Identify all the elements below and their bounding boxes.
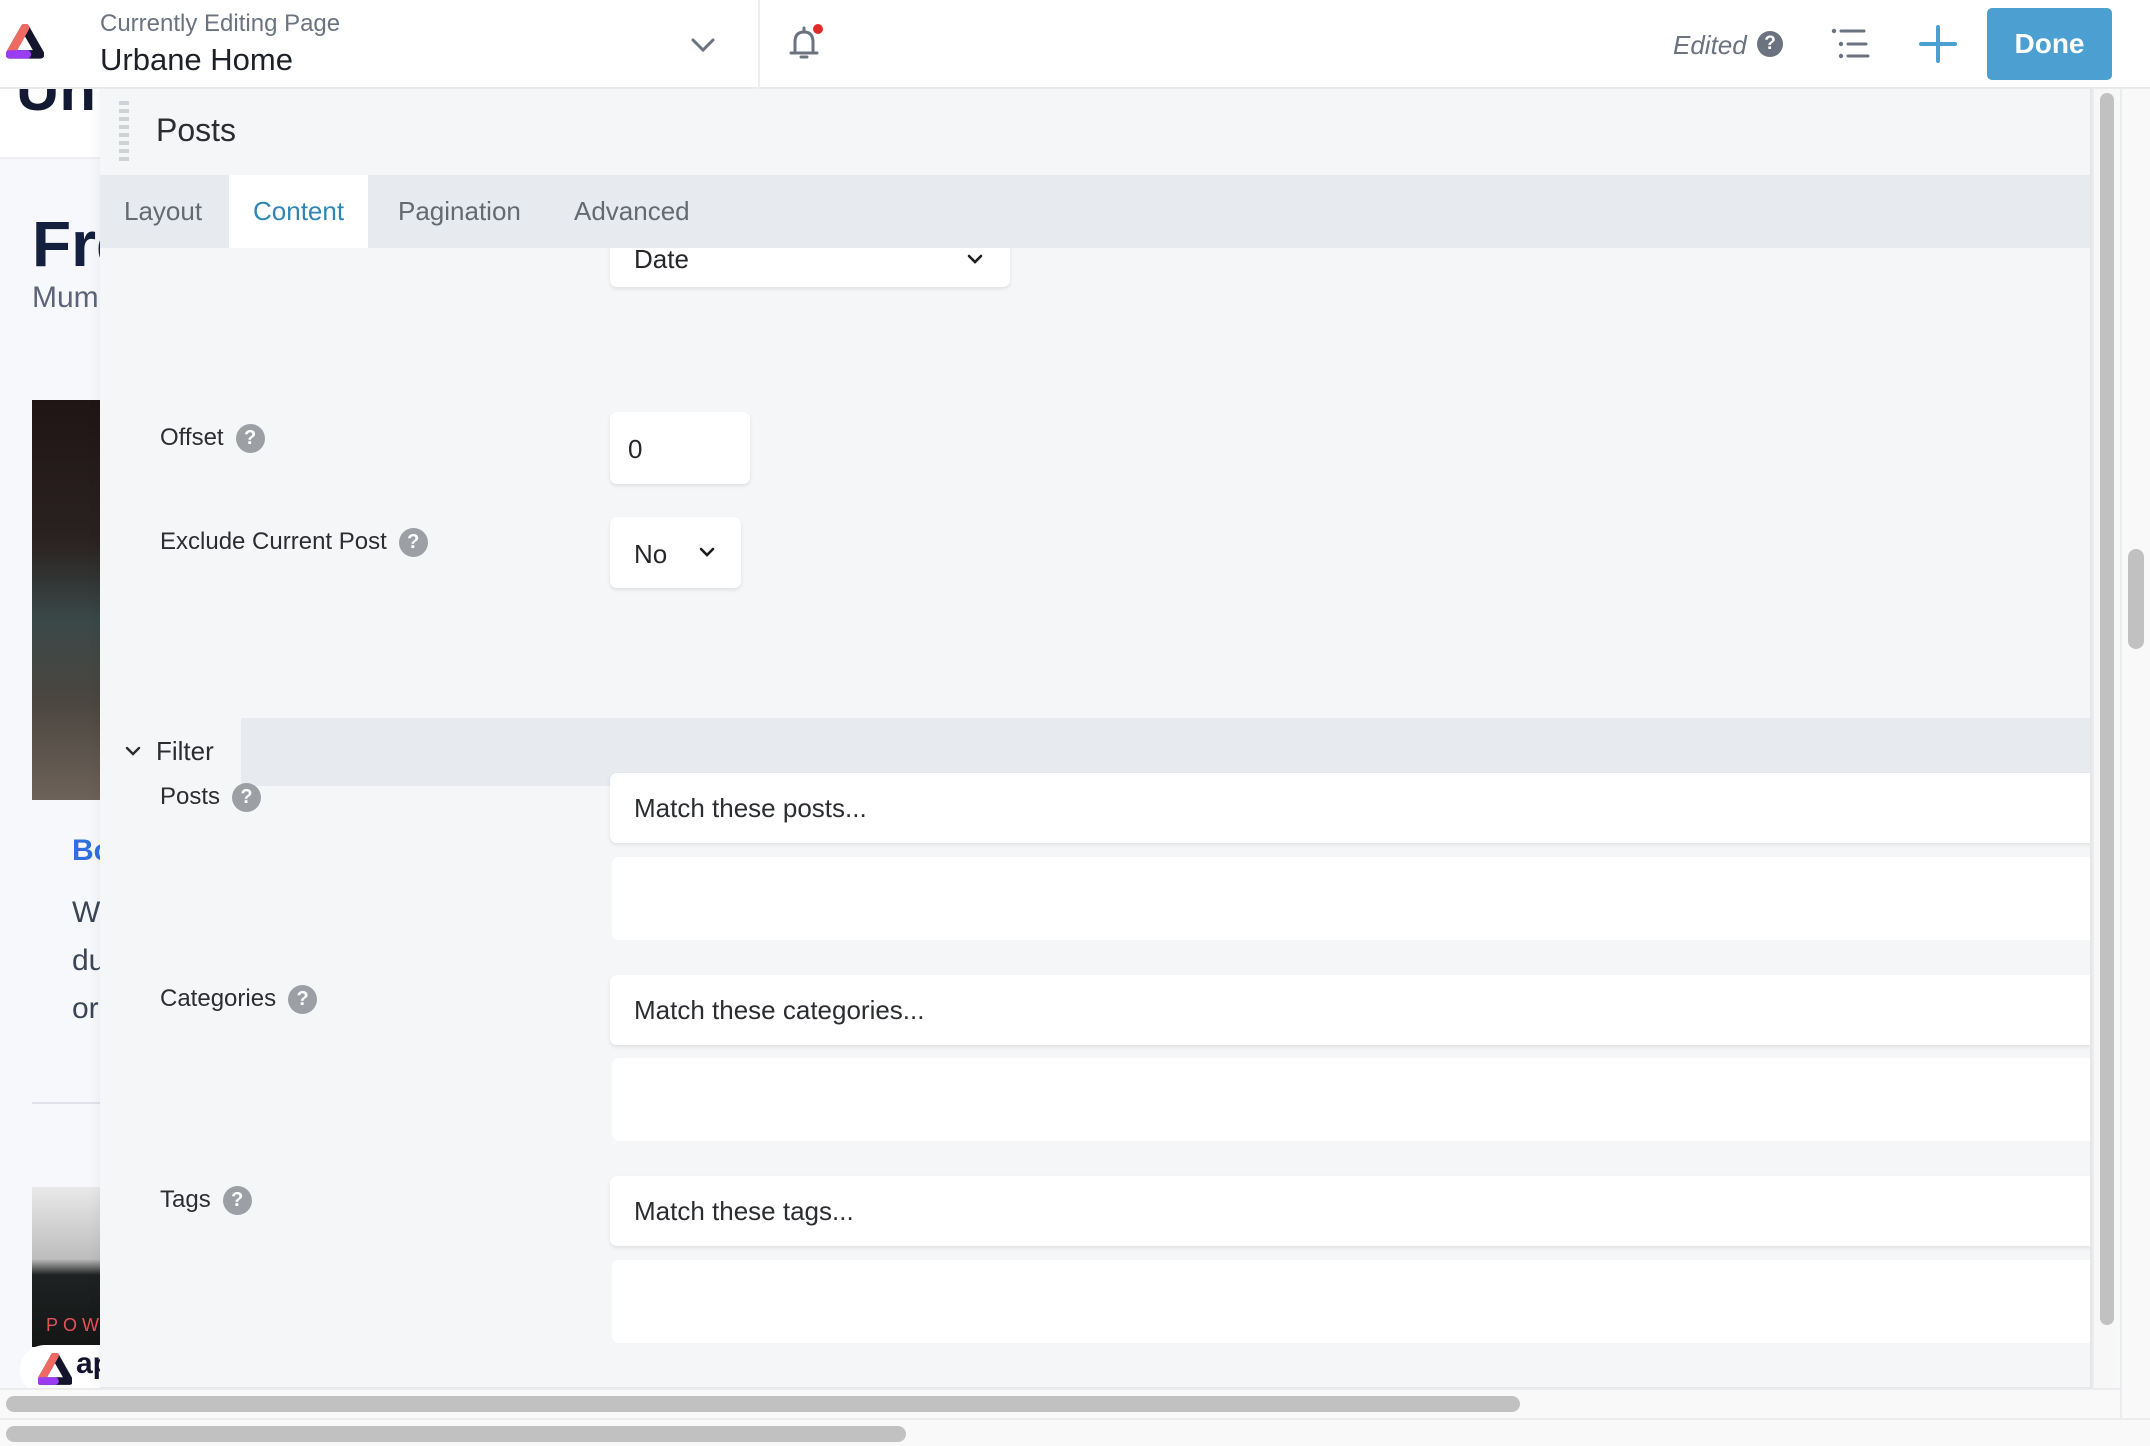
bg-post-excerpt: W du or [72, 889, 100, 1033]
match-categories-input[interactable]: Match these categories... [610, 975, 2090, 1045]
filter-tags-label: Tags? [160, 1186, 252, 1216]
match-tags-placeholder: Match these tags... [634, 1196, 854, 1226]
match-tags-input[interactable]: Match these tags... [610, 1176, 2090, 1246]
match-categories-placeholder: Match these categories... [634, 995, 925, 1025]
match-posts-input[interactable]: Match these posts... [610, 773, 2090, 843]
filter-categories-label: Categories? [160, 985, 318, 1015]
help-icon[interactable]: ? [235, 424, 265, 454]
filter-posts-label-text: Posts [160, 783, 221, 810]
match-posts-placeholder: Match these posts... [634, 793, 867, 823]
bg-excerpt-line: W [72, 896, 100, 929]
filter-section-label: Filter [156, 736, 214, 766]
background-page-preview: Un Fre Mum Bo W du or POW ap [0, 89, 100, 1389]
settings-content: Date Offset? 0 Exclude Current Post? No [100, 248, 2090, 1387]
logo-icon[interactable] [6, 24, 44, 62]
chevron-down-icon [967, 254, 983, 264]
order-by-value: Date [634, 248, 689, 274]
tab-layout[interactable]: Layout [100, 175, 226, 248]
offset-label-text: Offset [160, 424, 224, 451]
help-icon[interactable]: ? [222, 1186, 252, 1216]
scrollbar-thumb[interactable] [2100, 93, 2114, 1325]
offset-value: 0 [628, 434, 643, 464]
exclude-current-post-select[interactable]: No [610, 517, 741, 588]
page-name[interactable]: Urbane Home [100, 42, 293, 78]
notification-dot [813, 24, 823, 34]
app-root: Un Fre Mum Bo W du or POW ap [0, 0, 2150, 1446]
scrollbar-thumb[interactable] [2128, 549, 2144, 649]
module-settings-panel: Posts Layout Content Pagination Advanced… [100, 89, 2092, 1389]
builder-top-bar: Currently Editing Page Urbane Home Edite… [0, 0, 2150, 89]
selected-categories-list [612, 1058, 2090, 1141]
exclude-current-post-label-text: Exclude Current Post [160, 528, 387, 555]
filter-categories-label-text: Categories [160, 985, 277, 1012]
plus-icon[interactable] [1918, 24, 1958, 64]
settings-tabs: Layout Content Pagination Advanced [100, 175, 2090, 248]
scrollbar-thumb[interactable] [6, 1426, 906, 1442]
help-icon[interactable]: ? [288, 985, 318, 1015]
help-icon[interactable]: ? [232, 783, 262, 813]
bg-divider [32, 1102, 100, 1104]
tab-advanced[interactable]: Advanced [550, 175, 714, 248]
currently-editing-label: Currently Editing Page [100, 10, 341, 37]
selected-tags-list [612, 1260, 2090, 1343]
offset-label: Offset? [160, 424, 265, 454]
panel-title: Posts [156, 112, 237, 148]
bg-post-image [32, 400, 100, 800]
exclude-current-post-label: Exclude Current Post? [160, 528, 428, 558]
tab-pagination[interactable]: Pagination [374, 175, 545, 248]
drag-handle-icon[interactable] [119, 101, 129, 161]
brand-logo-icon [38, 1353, 72, 1385]
page-vertical-scrollbar[interactable] [2120, 89, 2150, 1446]
bell-icon[interactable] [783, 22, 827, 66]
bg-brand-text: ap [76, 1347, 100, 1380]
exclude-current-post-value: No [634, 539, 668, 569]
page-horizontal-scrollbar[interactable] [0, 1418, 2150, 1446]
chevron-down-icon [125, 746, 141, 756]
edited-status: Edited [1673, 30, 1747, 60]
toolbar-divider [758, 0, 760, 89]
chevron-down-icon [699, 547, 715, 557]
scrollbar-thumb[interactable] [6, 1396, 1520, 1412]
filter-section-toggle[interactable]: Filter [100, 718, 241, 786]
outline-list-icon[interactable] [1830, 26, 1870, 62]
bg-page-heading: Fre [32, 208, 100, 280]
bg-page-subtitle: Mum [32, 281, 99, 314]
order-by-select[interactable]: Date [610, 248, 1010, 287]
filter-posts-label: Posts? [160, 783, 262, 813]
bg-excerpt-line: or [72, 992, 99, 1025]
help-icon[interactable]: ? [398, 528, 428, 558]
selected-posts-list [612, 857, 2090, 940]
panel-vertical-scrollbar[interactable] [2092, 89, 2116, 1389]
filter-tags-label-text: Tags [160, 1186, 211, 1213]
help-icon[interactable]: ? [1757, 31, 1783, 57]
bg-page-header: Un [0, 89, 100, 159]
bg-image-caption: POW [46, 1315, 100, 1335]
done-button[interactable]: Done [1987, 8, 2112, 80]
tab-content[interactable]: Content [229, 175, 369, 248]
bg-excerpt-line: du [72, 944, 100, 977]
panel-horizontal-scrollbar[interactable] [0, 1388, 2120, 1418]
bg-page-header-text: Un [16, 89, 96, 123]
chevron-down-icon[interactable] [688, 30, 718, 60]
bg-post-title-link[interactable]: Bo [72, 834, 100, 868]
offset-input[interactable]: 0 [610, 412, 750, 484]
